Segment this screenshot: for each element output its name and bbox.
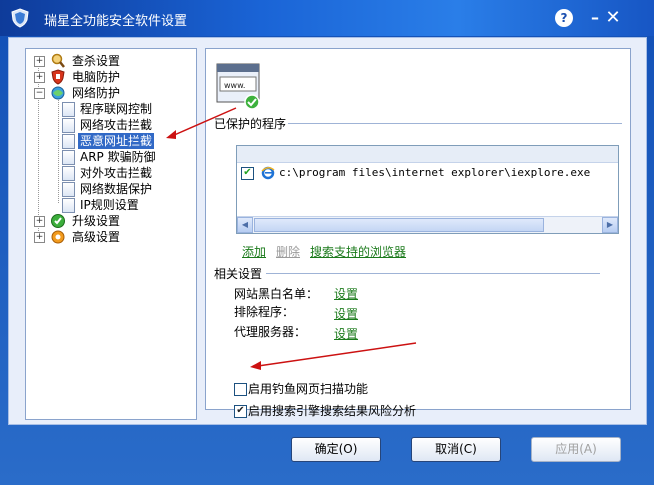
- list-item[interactable]: ✔ c:\program files\internet explorer\iex…: [237, 164, 618, 182]
- tree-item-label-selected: 恶意网址拦截: [78, 133, 155, 149]
- close-button[interactable]: ✕: [603, 9, 623, 27]
- expand-icon[interactable]: +: [34, 72, 45, 83]
- settings-tree[interactable]: + 查杀设置 + 电脑防护 − 网络防护 程序联网控制 网络攻击拦截 恶意网址拦…: [25, 48, 197, 420]
- advanced-icon: [51, 230, 65, 244]
- page-icon: [62, 182, 75, 197]
- blacklist-settings-link[interactable]: 设置: [334, 285, 358, 302]
- tree-item-label: 电脑防护: [72, 70, 121, 84]
- section-divider: [266, 273, 600, 274]
- protected-programs-title: 已保护的程序: [214, 117, 287, 131]
- tree-item-label: 程序联网控制: [80, 102, 153, 116]
- phishing-scan-label: 启用钓鱼网页扫描功能: [248, 382, 369, 396]
- ie-icon: [261, 166, 275, 180]
- tree-item-label: 查杀设置: [72, 54, 121, 68]
- tree-item-label: 升级设置: [72, 214, 121, 228]
- section-divider: [288, 123, 622, 124]
- magnifier-icon: [51, 53, 65, 68]
- minimize-button[interactable]: –: [585, 9, 605, 27]
- page-icon: [62, 198, 75, 213]
- page-icon: [62, 118, 75, 133]
- tree-item-label: ARP 欺骗防御: [80, 150, 156, 164]
- expand-icon[interactable]: +: [34, 56, 45, 67]
- tree-item-label: 对外攻击拦截: [80, 166, 153, 180]
- add-link[interactable]: 添加: [242, 243, 266, 260]
- browser-window-icon: www.: [216, 63, 260, 110]
- phishing-scan-checkbox[interactable]: [234, 383, 247, 396]
- related-settings-title: 相关设置: [214, 267, 263, 281]
- horizontal-scrollbar[interactable]: ◀ ▶: [237, 216, 618, 233]
- tree-item-label: 网络数据保护: [80, 182, 153, 196]
- collapse-icon[interactable]: −: [34, 88, 45, 99]
- dialog-body: + 查杀设置 + 电脑防护 − 网络防护 程序联网控制 网络攻击拦截 恶意网址拦…: [8, 37, 647, 462]
- page-icon: [62, 102, 75, 117]
- tree-item-label: 网络攻击拦截: [80, 118, 153, 132]
- page-icon: [62, 134, 75, 149]
- tree-item-label: 网络防护: [72, 86, 121, 100]
- protected-programs-list[interactable]: ✔ c:\program files\internet explorer\iex…: [236, 145, 619, 234]
- title-bar[interactable]: 瑞星全功能安全软件设置 ? – ✕: [0, 0, 654, 36]
- blacklist-label: 网站黑白名单：: [234, 287, 319, 301]
- program-path: c:\program files\internet explorer\iexpl…: [279, 166, 591, 179]
- update-icon: [51, 214, 65, 228]
- page-icon: [62, 166, 75, 181]
- program-checkbox[interactable]: ✔: [241, 167, 254, 180]
- tree-item-label: 高级设置: [72, 230, 121, 244]
- network-icon: [51, 86, 65, 100]
- page-icon: [62, 150, 75, 165]
- settings-panel: www. 已保护的程序 ✔ c:\program files\internet …: [205, 48, 631, 418]
- expand-icon[interactable]: +: [34, 232, 45, 243]
- search-risk-checkbox[interactable]: ✔: [234, 405, 247, 418]
- settings-window: 瑞星全功能安全软件设置 ? – ✕ + 查杀设置 + 电脑防护 − 网络防护 程…: [0, 0, 654, 485]
- help-button[interactable]: ?: [555, 9, 573, 27]
- expand-icon[interactable]: +: [34, 216, 45, 227]
- exclude-programs-settings-link[interactable]: 设置: [334, 305, 358, 322]
- ok-button[interactable]: 确定(O): [291, 437, 381, 462]
- search-browsers-link[interactable]: 搜索支持的浏览器: [310, 243, 406, 260]
- scroll-left-icon[interactable]: ◀: [237, 217, 253, 233]
- shield-icon: [51, 69, 65, 85]
- shield-icon: [11, 8, 29, 28]
- search-risk-label: 启用搜索引擎搜索结果风险分析: [248, 404, 417, 418]
- scroll-thumb[interactable]: [254, 218, 544, 232]
- apply-button[interactable]: 应用(A): [531, 437, 621, 462]
- scroll-right-icon[interactable]: ▶: [602, 217, 618, 233]
- tree-line: [58, 95, 59, 203]
- proxy-settings-link[interactable]: 设置: [334, 325, 358, 342]
- window-title: 瑞星全功能安全软件设置: [44, 14, 188, 29]
- tree-item-label: IP规则设置: [80, 198, 139, 212]
- list-header: [237, 146, 618, 163]
- delete-link[interactable]: 删除: [276, 243, 300, 260]
- exclude-programs-label: 排除程序：: [234, 305, 295, 319]
- browser-icon-text: www.: [224, 81, 245, 90]
- cancel-button[interactable]: 取消(C): [411, 437, 501, 462]
- proxy-server-label: 代理服务器：: [234, 325, 307, 339]
